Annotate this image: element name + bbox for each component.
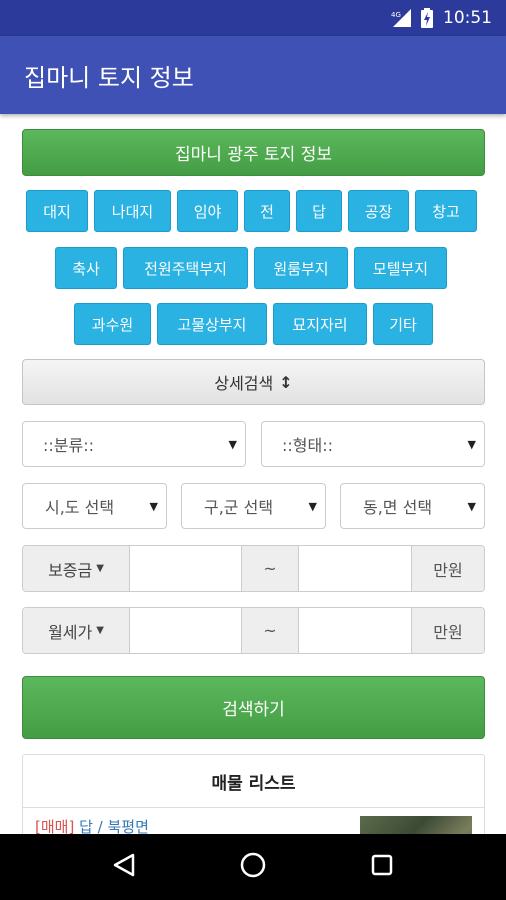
chip-label: 과수원 — [91, 315, 134, 334]
monthly-label: 월세가 — [48, 622, 93, 642]
category-chip[interactable]: 기타 — [373, 303, 433, 345]
deposit-dropdown[interactable]: 보증금 ▼ — [23, 546, 130, 591]
monthly-range: 월세가 ▼ ~ 만원 — [22, 607, 485, 654]
type-value: ::형태:: — [282, 436, 334, 455]
home-icon[interactable] — [240, 852, 266, 882]
list-item[interactable]: [매매] 답 / 북평면 — [23, 808, 484, 834]
listing-link[interactable]: 답 / 북평면 — [79, 818, 149, 834]
category-chip[interactable]: 묘지자리 — [273, 303, 367, 345]
classification-select[interactable]: ::분류:: ▼ — [22, 421, 246, 467]
listing-panel: 매물 리스트 [매매] 답 / 북평면 — [22, 754, 485, 834]
back-icon[interactable] — [113, 853, 135, 881]
category-chip[interactable]: 축사 — [55, 247, 117, 289]
battery-charging-icon — [421, 8, 433, 28]
monthly-min-input[interactable] — [130, 608, 241, 653]
monthly-max-input[interactable] — [299, 608, 411, 653]
recents-icon[interactable] — [371, 854, 393, 880]
detail-search-label: 상세검색 — [214, 374, 274, 393]
classification-value: ::분류:: — [43, 436, 95, 455]
chip-label: 원룸부지 — [273, 259, 329, 278]
sido-select[interactable]: 시,도 선택 ▼ — [22, 483, 167, 529]
category-chip[interactable]: 고물상부지 — [157, 303, 267, 345]
deposit-label: 보증금 — [48, 560, 93, 580]
listing-thumbnail[interactable] — [360, 816, 472, 834]
signal-icon: 4G — [391, 9, 411, 27]
gugun-value: 구,군 선택 — [204, 498, 274, 517]
chip-label: 묘지자리 — [292, 315, 348, 334]
main-content: 집마니 광주 토지 정보 대지 나대지 임야 전 답 공장 창고 축사 전원주택… — [0, 114, 506, 834]
chip-label: 전원주택부지 — [144, 259, 227, 278]
listing-title: 매물 리스트 — [23, 755, 484, 808]
deposit-tilde: ~ — [241, 546, 299, 591]
chip-label: 전 — [260, 202, 274, 221]
chip-label: 창고 — [432, 202, 460, 221]
chip-label: 기타 — [389, 315, 417, 334]
app-bar: 집마니 토지 정보 — [0, 36, 506, 114]
detail-search-button[interactable]: 상세검색 ↕ — [22, 359, 485, 405]
region-banner-label: 집마니 광주 토지 정보 — [175, 145, 332, 165]
category-chip[interactable]: 전원주택부지 — [123, 247, 248, 289]
dropdown-caret-icon: ▼ — [467, 437, 476, 451]
chip-label: 공장 — [364, 202, 393, 221]
dropdown-caret-icon: ▼ — [308, 499, 317, 513]
caret-down-icon: ▼ — [96, 563, 104, 574]
sido-value: 시,도 선택 — [45, 498, 115, 517]
deposit-min-input[interactable] — [130, 546, 241, 591]
caret-down-icon: ▼ — [96, 625, 104, 636]
app-title: 집마니 토지 정보 — [24, 63, 194, 92]
category-chip[interactable]: 전 — [244, 190, 290, 232]
category-chip[interactable]: 공장 — [348, 190, 409, 232]
category-chip[interactable]: 창고 — [415, 190, 477, 232]
search-button-label: 검색하기 — [222, 700, 285, 720]
expand-arrows-icon: ↕ — [279, 372, 293, 392]
type-select[interactable]: ::형태:: ▼ — [261, 421, 485, 467]
gugun-select[interactable]: 구,군 선택 ▼ — [181, 483, 326, 529]
list-item-text: [매매] 답 / 북평면 — [35, 816, 149, 834]
dropdown-caret-icon: ▼ — [467, 499, 476, 513]
deposit-unit: 만원 — [411, 546, 484, 591]
svg-text:4G: 4G — [391, 11, 401, 19]
chip-label: 고물상부지 — [177, 315, 247, 334]
chip-label: 나대지 — [111, 202, 154, 221]
deposit-max-input[interactable] — [299, 546, 411, 591]
clock: 10:51 — [443, 8, 492, 28]
search-button[interactable]: 검색하기 — [22, 676, 485, 739]
deposit-range: 보증금 ▼ ~ 만원 — [22, 545, 485, 592]
monthly-dropdown[interactable]: 월세가 ▼ — [23, 608, 130, 653]
category-chip[interactable]: 임야 — [177, 190, 238, 232]
category-chip[interactable]: 과수원 — [74, 303, 151, 345]
category-chip[interactable]: 원룸부지 — [254, 247, 348, 289]
chip-label: 모텔부지 — [372, 259, 429, 278]
category-chip[interactable]: 대지 — [26, 190, 88, 232]
dong-value: 동,면 선택 — [363, 498, 433, 517]
monthly-unit: 만원 — [411, 608, 484, 653]
chip-label: 답 — [312, 202, 326, 221]
dropdown-caret-icon: ▼ — [228, 437, 237, 451]
chip-label: 축사 — [72, 259, 100, 278]
status-bar: 4G 10:51 — [0, 0, 506, 36]
category-chip[interactable]: 나대지 — [94, 190, 171, 232]
dropdown-caret-icon: ▼ — [149, 499, 158, 513]
monthly-tilde: ~ — [241, 608, 299, 653]
category-chip[interactable]: 답 — [296, 190, 342, 232]
chip-label: 대지 — [43, 202, 71, 221]
navigation-bar — [0, 834, 506, 900]
category-chip[interactable]: 모텔부지 — [354, 247, 447, 289]
region-banner-button[interactable]: 집마니 광주 토지 정보 — [22, 129, 485, 176]
sale-tag: [매매] — [35, 818, 75, 834]
chip-label: 임야 — [193, 202, 222, 221]
dong-select[interactable]: 동,면 선택 ▼ — [340, 483, 485, 529]
